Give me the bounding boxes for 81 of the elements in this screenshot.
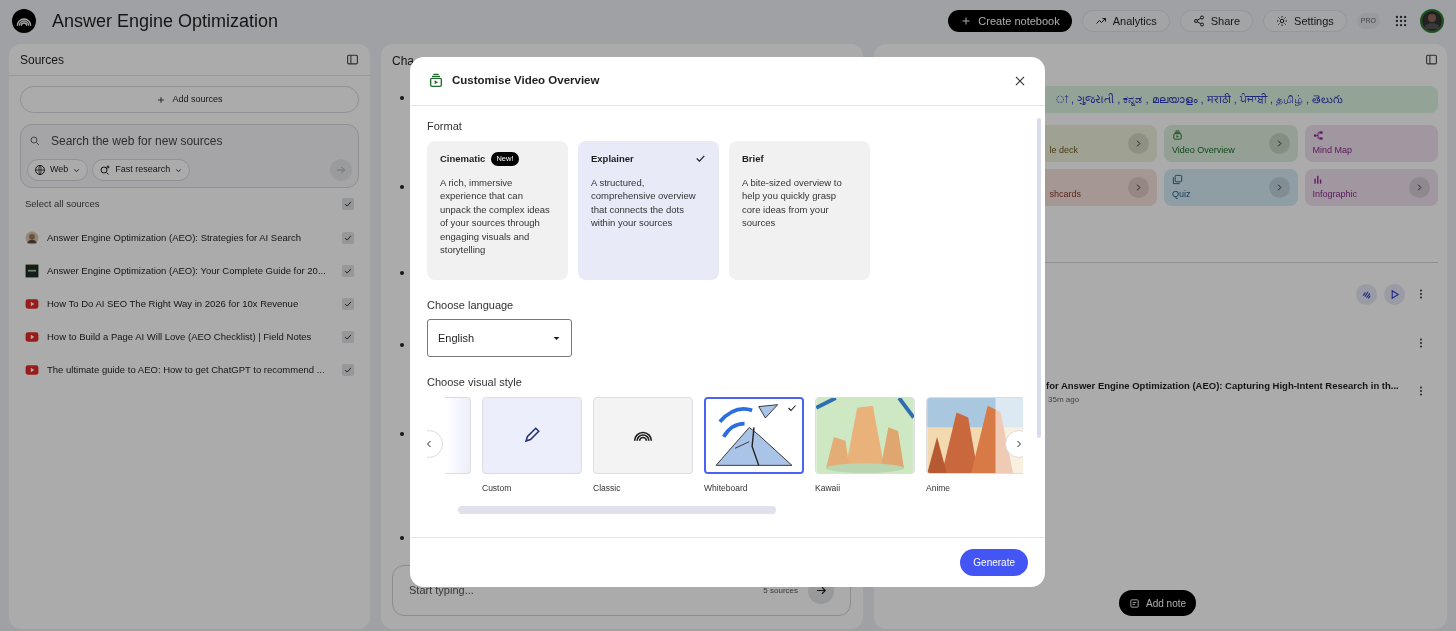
add-note-button[interactable]: Add note [1119,590,1197,616]
panel-title: Sources [20,51,66,69]
card-title: Cinematic [440,151,486,166]
video-icon [25,297,39,311]
tile-label: Video Overview [1172,143,1235,157]
section-label: Choose language [427,297,515,313]
close-icon[interactable] [1013,74,1027,88]
notebook-title: Answer Engine Optimization [52,9,279,33]
video-icon [428,73,444,89]
play-icon [1389,289,1400,300]
checkbox[interactable] [342,331,354,343]
video-icon [25,363,39,377]
sparkle-search-icon [99,164,112,176]
chart-icon [1312,174,1324,185]
language-select[interactable]: English [427,319,572,357]
format-card[interactable]: Explainer A structured, comprehensive overview that connects the dots within your sources [578,140,719,280]
logo-icon [12,9,36,33]
dialog-title: Customise Video Overview [452,73,601,89]
arrow-icon [814,584,828,597]
studio-tile[interactable]: Video Overview [1164,125,1298,162]
tile-label: shcards [1049,187,1081,201]
source-item[interactable]: The ultimate guide to AEO: How to get ChatGPT to recommend ... [47,362,334,378]
panel-toggle-icon[interactable] [346,53,359,66]
card-description: A bite-sized overview to help you quickly grasp core ideas from your sources [742,175,843,230]
note-time: 35m ago [1048,394,1080,406]
settings-button[interactable]: Settings [1263,10,1347,32]
chat-input[interactable]: Start typing... [409,582,754,599]
mind-map-icon [1312,130,1324,141]
generate-button[interactable]: Generate [960,549,1028,576]
note-title[interactable]: for Answer Engine Optimization (AEO): Capturing High-Intent Research in th... [1046,379,1399,394]
format-card[interactable]: Brief A bite-sized overview to help you quickly grasp core ideas from your sources [729,140,870,280]
select-all-label: Select all sources [25,196,101,211]
source-item[interactable]: How to Build a Page AI Will Love (AEO Checklist) | Field Notes [47,329,334,345]
arrow-icon [335,164,347,176]
search-icon [29,135,41,147]
card-description: A structured, comprehensive overview that connects the dots within your sources [591,175,697,230]
tile-label: le deck [1049,143,1079,157]
interactive-button[interactable] [1356,284,1377,305]
studio-tile[interactable]: Infographic [1304,169,1438,206]
avatar-icon[interactable] [1420,9,1444,33]
panel-title: Cha [392,53,414,70]
plus-icon [156,94,167,105]
section-label: Choose visual style [427,375,523,390]
tile-label: Quiz [1172,187,1191,201]
settings-icon [1276,15,1289,27]
plus-icon [960,15,973,27]
source-chip[interactable]: Fast research [92,159,191,181]
play-button[interactable] [1384,284,1405,305]
video-icon [1172,130,1183,141]
analytics-button[interactable]: Analytics [1081,10,1170,32]
source-item[interactable]: How To Do AI SEO The Right Way in 2026 for 10x Revenue [47,296,334,312]
studio-tile[interactable]: Mind Map [1304,125,1438,162]
apps-icon[interactable] [1394,14,1408,28]
video-icon [25,330,39,344]
share-icon [1192,15,1205,27]
quiz-icon [1172,174,1183,185]
studio-tile[interactable]: Quiz [1164,169,1298,206]
checkbox[interactable] [342,298,354,310]
search-field[interactable]: Search the web for new sources [51,132,350,150]
globe-icon [34,164,46,176]
card-title: Explainer [591,151,634,166]
source-item[interactable]: Answer Engine Optimization (AEO): Strategies for AI Search [47,230,334,246]
source-count: 5 sources [763,584,798,597]
source-chip[interactable]: Web [27,159,89,181]
tile-label: Mind Map [1312,143,1352,157]
note-icon [1129,597,1140,609]
site-logo-icon [25,264,39,278]
checkbox[interactable] [342,198,354,210]
source-item[interactable]: Answer Engine Optimization (AEO): Your Complete Guide for 20... [47,263,334,279]
panel-toggle-icon[interactable] [1425,53,1438,66]
checkbox[interactable] [342,364,354,376]
person-icon [25,231,39,245]
pencil-icon [523,426,541,444]
tile-label: Infographic [1312,187,1358,201]
checkbox[interactable] [342,232,354,244]
checkbox[interactable] [342,265,354,277]
section-label: Format [427,119,463,134]
card-description: A rich, immersive experience that can unpack the complex ideas of your sources through engaging visuals and storytelling [440,175,551,257]
create-notebook-button[interactable]: Create notebook [948,10,1072,32]
share-button[interactable]: Share [1179,10,1254,32]
card-title: Brief [742,151,764,166]
